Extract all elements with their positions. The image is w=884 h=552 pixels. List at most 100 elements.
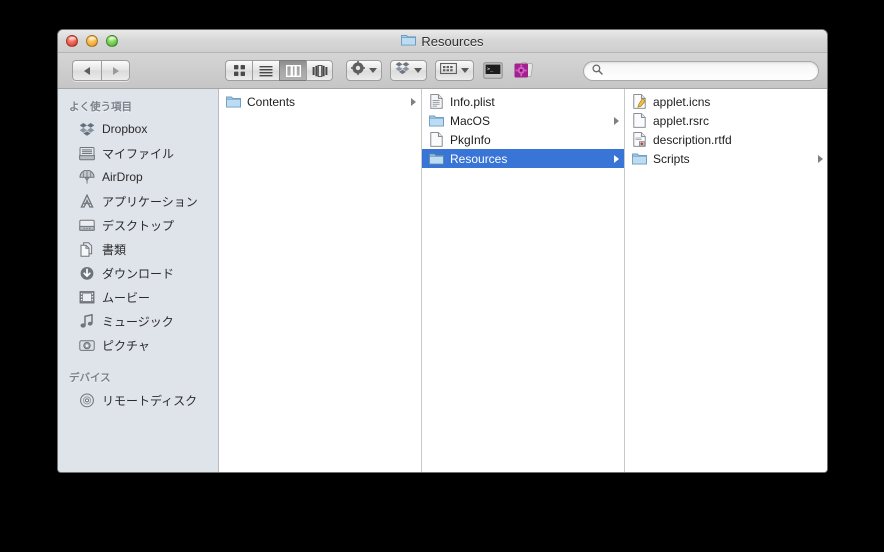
plist-document-icon <box>429 94 444 109</box>
toolbar-actions: >_ <box>346 60 534 81</box>
sidebar-item-documents[interactable]: 書類 <box>58 237 218 261</box>
row-label: Resources <box>450 151 508 166</box>
chevron-down-icon <box>369 68 377 73</box>
chevron-down-icon <box>414 68 422 73</box>
table-row[interactable]: Contents <box>219 92 421 111</box>
column-view-button[interactable] <box>279 60 306 81</box>
row-label: Info.plist <box>450 94 495 109</box>
window-title-text: Resources <box>421 34 484 49</box>
chevron-right-icon <box>411 97 416 106</box>
minimize-button[interactable] <box>86 35 98 47</box>
sidebar-item-pictures[interactable]: ピクチャ <box>58 333 218 357</box>
row-label: Contents <box>247 94 296 109</box>
sidebar-item-label: リモートディスク <box>102 393 198 408</box>
row-label: Scripts <box>653 151 690 166</box>
navigation-buttons <box>72 60 130 81</box>
movies-icon <box>78 289 95 306</box>
blank-document-icon <box>632 113 647 128</box>
list-view-icon <box>259 65 273 76</box>
window-body: よく使う項目 Dropbox マイファイル AirDrop アプリケーション デ… <box>58 89 827 472</box>
sidebar-item-dropbox[interactable]: Dropbox <box>58 117 218 141</box>
window-toolbar: >_ <box>58 53 827 89</box>
row-label: description.rtfd <box>653 132 732 147</box>
coverflow-view-button[interactable] <box>306 60 333 81</box>
chevron-right-icon <box>614 154 619 163</box>
table-row[interactable]: description.rtfd <box>625 130 827 149</box>
table-row[interactable]: Scripts <box>625 149 827 168</box>
folder-icon <box>429 151 444 166</box>
airdrop-icon <box>78 169 95 186</box>
sidebar-item-all-my-files[interactable]: マイファイル <box>58 141 218 165</box>
window-title: Resources <box>58 30 827 53</box>
sidebar: よく使う項目 Dropbox マイファイル AirDrop アプリケーション デ… <box>58 89 219 472</box>
desktop-background: Resources >_ よく使う項目 Dropbox マイファイル AirDr… <box>0 0 884 552</box>
svg-text:>_: >_ <box>487 66 494 72</box>
forward-button[interactable] <box>101 60 130 81</box>
purple-app-icon[interactable] <box>512 61 534 81</box>
all-my-files-icon <box>78 145 95 162</box>
terminal-icon[interactable]: >_ <box>482 61 504 81</box>
sidebar-item-downloads[interactable]: ダウンロード <box>58 261 218 285</box>
back-button[interactable] <box>72 60 101 81</box>
zoom-button[interactable] <box>106 35 118 47</box>
sidebar-item-label: ダウンロード <box>102 266 175 281</box>
sidebar-item-airdrop[interactable]: AirDrop <box>58 165 218 189</box>
gear-icon <box>351 61 365 80</box>
column-view-icon <box>285 64 301 77</box>
row-label: applet.icns <box>653 94 711 109</box>
table-row[interactable]: applet.rsrc <box>625 111 827 130</box>
table-row[interactable]: Info.plist <box>422 92 624 111</box>
column-1: Contents <box>219 89 422 472</box>
dropbox-menu-button[interactable] <box>390 60 427 81</box>
dropbox-icon <box>395 61 410 80</box>
search-input[interactable] <box>608 64 810 77</box>
applications-icon <box>78 193 95 210</box>
coverflow-view-icon <box>312 64 327 77</box>
table-row[interactable]: Resources <box>422 149 624 168</box>
sidebar-section-devices-header: デバイス <box>69 372 111 384</box>
music-icon <box>78 313 95 330</box>
desktop-icon <box>78 217 95 234</box>
arrange-menu-button[interactable] <box>435 60 474 81</box>
table-row[interactable]: MacOS <box>422 111 624 130</box>
sidebar-item-label: デスクトップ <box>102 218 175 233</box>
sidebar-item-label: ミュージック <box>102 314 174 329</box>
icns-document-icon <box>632 94 647 109</box>
sidebar-item-label: マイファイル <box>102 146 175 161</box>
folder-icon <box>401 33 417 51</box>
search-field[interactable] <box>583 60 819 81</box>
sidebar-item-applications[interactable]: アプリケーション <box>58 189 218 213</box>
view-mode-segmented-control <box>225 60 333 81</box>
sidebar-item-label: AirDrop <box>102 170 143 184</box>
sidebar-item-movies[interactable]: ムービー <box>58 285 218 309</box>
back-arrow-icon <box>84 66 90 75</box>
arrange-icon <box>440 62 457 80</box>
chevron-right-icon <box>818 154 823 163</box>
window-titlebar: Resources <box>58 30 827 53</box>
forward-arrow-icon <box>112 66 119 75</box>
blank-document-icon <box>429 132 444 147</box>
list-view-button[interactable] <box>252 60 279 81</box>
column-view-panes: Contents Info.plist MacOS PkgInfo Resour… <box>219 89 827 472</box>
icon-view-button[interactable] <box>225 60 252 81</box>
action-menu-button[interactable] <box>346 60 382 81</box>
folder-icon <box>632 151 647 166</box>
sidebar-item-music[interactable]: ミュージック <box>58 309 218 333</box>
row-label: MacOS <box>450 113 491 128</box>
traffic-light-group <box>66 35 118 47</box>
column-2: Info.plist MacOS PkgInfo Resources <box>422 89 625 472</box>
sidebar-item-label: Dropbox <box>102 122 148 136</box>
table-row[interactable]: PkgInfo <box>422 130 624 149</box>
pictures-icon <box>78 337 95 354</box>
sidebar-item-remote-disc[interactable]: リモートディスク <box>58 388 218 412</box>
search-icon <box>592 62 603 80</box>
folder-icon <box>226 94 241 109</box>
dropbox-icon <box>78 121 95 138</box>
documents-icon <box>78 241 95 258</box>
table-row[interactable]: applet.icns <box>625 92 827 111</box>
icon-view-icon <box>233 65 245 76</box>
folder-icon <box>429 113 444 128</box>
sidebar-item-desktop[interactable]: デスクトップ <box>58 213 218 237</box>
close-button[interactable] <box>66 35 78 47</box>
rtfd-document-icon <box>632 132 647 147</box>
